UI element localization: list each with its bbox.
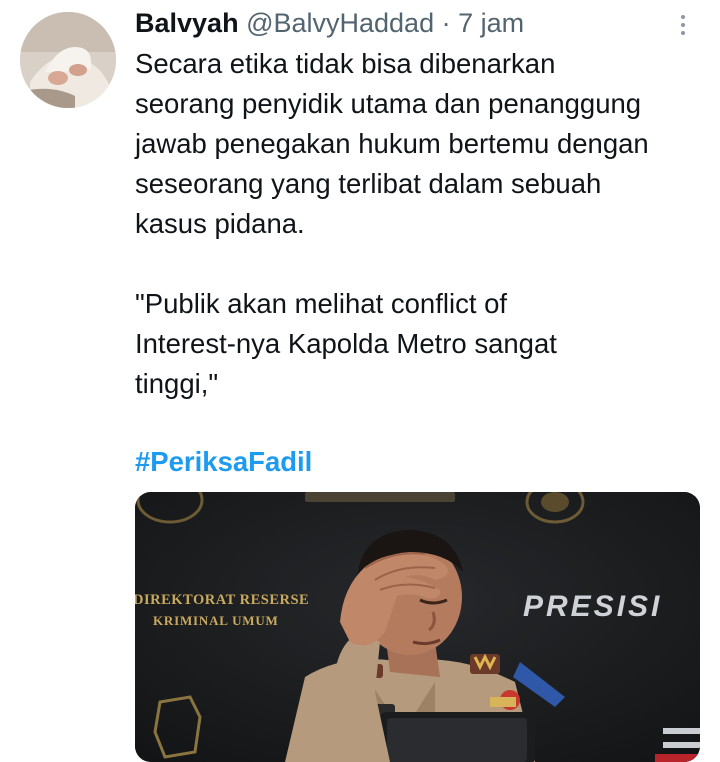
backdrop-logo-text: PRESISI: [523, 590, 662, 623]
press-conference-photo: DIREKTORAT RESERSE KRIMINAL UMUM PRESISI…: [135, 492, 700, 762]
tweet-line: "Publik akan melihat conflict of: [135, 288, 508, 319]
tweet-paragraph-1: Secara etika tidak bisa dibenarkan seora…: [135, 44, 710, 244]
author-name[interactable]: Balvyah: [135, 8, 239, 38]
author-avatar[interactable]: [20, 12, 116, 108]
tweet-line: Interest-nya Kapolda Metro sangat: [135, 328, 557, 359]
backdrop-text-line1: DIREKTORAT RESERSE: [135, 592, 309, 608]
tweet-line: jawab penegakan hukum bertemu dengan: [135, 128, 649, 159]
tweet-paragraph-2: "Publik akan melihat conflict of Interes…: [135, 284, 710, 404]
header-separator: ·: [441, 8, 451, 38]
tweet-line: seorang penyidik utama dan penanggung: [135, 88, 642, 119]
hashtag-link[interactable]: #PeriksaFadil: [135, 442, 312, 482]
tweet-line: kasus pidana.: [135, 208, 305, 239]
tweet-media-image[interactable]: DIREKTORAT RESERSE KRIMINAL UMUM PRESISI…: [135, 492, 700, 762]
tweet-line: tinggi,": [135, 368, 219, 399]
more-options-icon[interactable]: [668, 10, 698, 40]
author-handle[interactable]: @BalvyHaddad: [246, 8, 434, 38]
tweet-line: Secara etika tidak bisa dibenarkan: [135, 48, 556, 79]
tweet-header: Balvyah @BalvyHaddad · 7 jam: [135, 6, 524, 40]
tweet-text: Secara etika tidak bisa dibenarkan seora…: [135, 44, 710, 404]
tweet-timestamp[interactable]: 7 jam: [458, 8, 524, 38]
backdrop-text-line2: KRIMINAL UMUM: [153, 613, 279, 628]
avatar-photo: [20, 12, 116, 108]
tweet[interactable]: Balvyah @BalvyHaddad · 7 jam Secara etik…: [0, 0, 720, 762]
tweet-line: seseorang yang terlibat dalam sebuah: [135, 168, 602, 199]
